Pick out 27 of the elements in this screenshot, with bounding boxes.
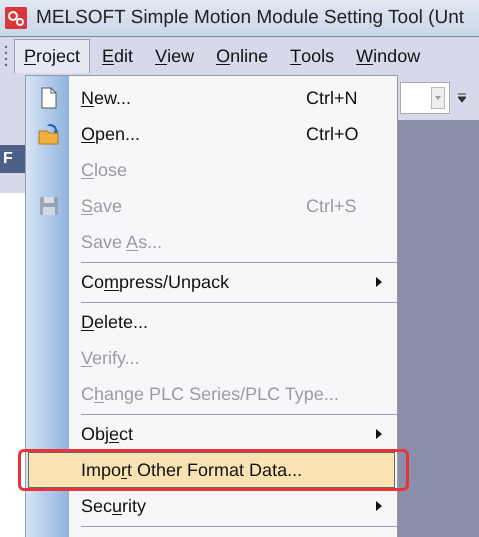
toolbar-strip [0, 173, 25, 193]
menu-item[interactable]: Project [14, 39, 90, 73]
panel-tab[interactable]: F [0, 145, 25, 173]
menu-item[interactable]: Security [28, 488, 395, 524]
menu-item[interactable]: Object [28, 416, 395, 452]
menu-item[interactable]: Delete... [28, 304, 395, 340]
submenu-arrow-icon [376, 501, 382, 511]
menu-item[interactable]: View [145, 39, 204, 73]
combo-box[interactable] [400, 82, 450, 114]
submenu-arrow-icon [376, 277, 382, 287]
menu-item[interactable]: New... Ctrl+N [28, 80, 395, 116]
app-icon [4, 6, 28, 30]
window-title: MELSOFT Simple Motion Module Setting Tool (Unt [36, 6, 464, 30]
menu-item[interactable]: Edit [92, 39, 144, 73]
shortcut-label: Ctrl+S [306, 194, 358, 218]
menu-item[interactable]: Import Other Format Data... [28, 452, 395, 488]
menu-item[interactable]: Tools [280, 39, 344, 73]
submenu-arrow-icon [376, 429, 382, 439]
folder-icon [37, 122, 61, 146]
menu-item[interactable]: Open... Ctrl+O [28, 116, 395, 152]
menu-item[interactable]: Window [346, 39, 430, 73]
menu-item[interactable]: Compress/Unpack [28, 264, 395, 300]
shortcut-label: Ctrl+O [306, 122, 360, 146]
shortcut-label: Ctrl+N [306, 86, 359, 110]
grip-icon [4, 44, 8, 68]
overflow-icon [458, 92, 466, 102]
menu-item[interactable]: Online [206, 39, 278, 73]
